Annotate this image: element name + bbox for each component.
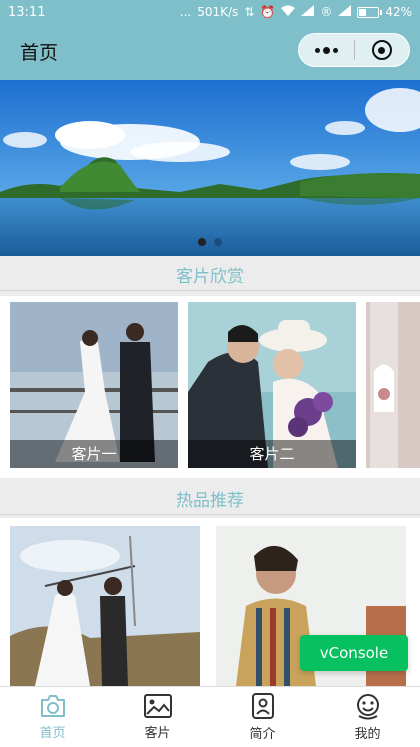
tab-label: 我的 xyxy=(354,727,381,742)
status-bar: 13:11 ... 501K/s ⇅ ⏰ ® 42% xyxy=(0,0,420,24)
gallery-card[interactable]: 客片一 xyxy=(10,302,178,468)
status-time: 13:11 xyxy=(8,4,46,20)
carousel-dot[interactable] xyxy=(198,238,206,246)
more-dot-icon xyxy=(322,46,330,54)
carousel-dot[interactable] xyxy=(214,238,222,246)
tab-label: 首页 xyxy=(39,726,66,741)
battery-icon xyxy=(357,6,383,18)
profile-icon xyxy=(251,693,274,719)
signal-icon-2 xyxy=(338,5,352,19)
section-title-gallery: 客片欣赏 xyxy=(176,267,244,287)
page-title: 首页 xyxy=(20,42,59,64)
nav-bar: 首页 xyxy=(0,24,420,80)
banner-carousel[interactable] xyxy=(0,80,420,256)
data-transfer-icon: ⇅ xyxy=(244,5,255,19)
status-dots: ... xyxy=(179,5,192,19)
product-photo xyxy=(10,526,200,686)
tab-bar: 首页 客片 简介 我的 xyxy=(0,686,420,747)
status-right: ... 501K/s ⇅ ⏰ ® 42% xyxy=(180,5,412,19)
section-divider xyxy=(0,514,420,515)
image-icon xyxy=(143,694,172,718)
tab-intro[interactable]: 简介 xyxy=(210,687,315,747)
gallery-caption: 客片一 xyxy=(10,440,178,468)
gallery-card[interactable]: 客片二 xyxy=(188,302,356,468)
gallery-photo xyxy=(366,302,420,468)
tab-gallery[interactable]: 客片 xyxy=(105,687,210,747)
more-dot-icon xyxy=(314,47,320,53)
signal-icon xyxy=(301,5,315,19)
target-icon xyxy=(371,40,392,60)
banner-image xyxy=(0,80,420,256)
smiley-icon xyxy=(356,694,379,720)
battery-percent: 42% xyxy=(385,5,412,19)
registered-icon: ® xyxy=(320,5,333,19)
tab-home[interactable]: 首页 xyxy=(0,687,105,747)
more-dot-icon xyxy=(332,47,338,53)
alarm-icon: ⏰ xyxy=(260,5,276,19)
gallery-card-partial[interactable] xyxy=(366,302,420,468)
wifi-icon xyxy=(281,5,296,19)
tab-label: 简介 xyxy=(249,727,276,742)
camera-icon xyxy=(40,695,65,717)
network-speed: 501K/s xyxy=(197,5,239,19)
product-card[interactable] xyxy=(10,526,200,686)
tab-label: 客片 xyxy=(144,726,171,741)
carousel-dots xyxy=(0,238,420,246)
section-title-hot: 热品推荐 xyxy=(176,491,244,511)
gallery-caption: 客片二 xyxy=(188,440,356,468)
close-miniprogram-button[interactable] xyxy=(354,34,409,66)
miniprogram-capsule xyxy=(298,33,410,67)
section-divider xyxy=(0,290,420,291)
tab-mine[interactable]: 我的 xyxy=(315,687,420,747)
vconsole-button[interactable]: vConsole xyxy=(300,635,408,671)
gallery-strip[interactable]: 客片一 客片二 xyxy=(0,296,420,478)
more-menu-button[interactable] xyxy=(299,34,354,66)
